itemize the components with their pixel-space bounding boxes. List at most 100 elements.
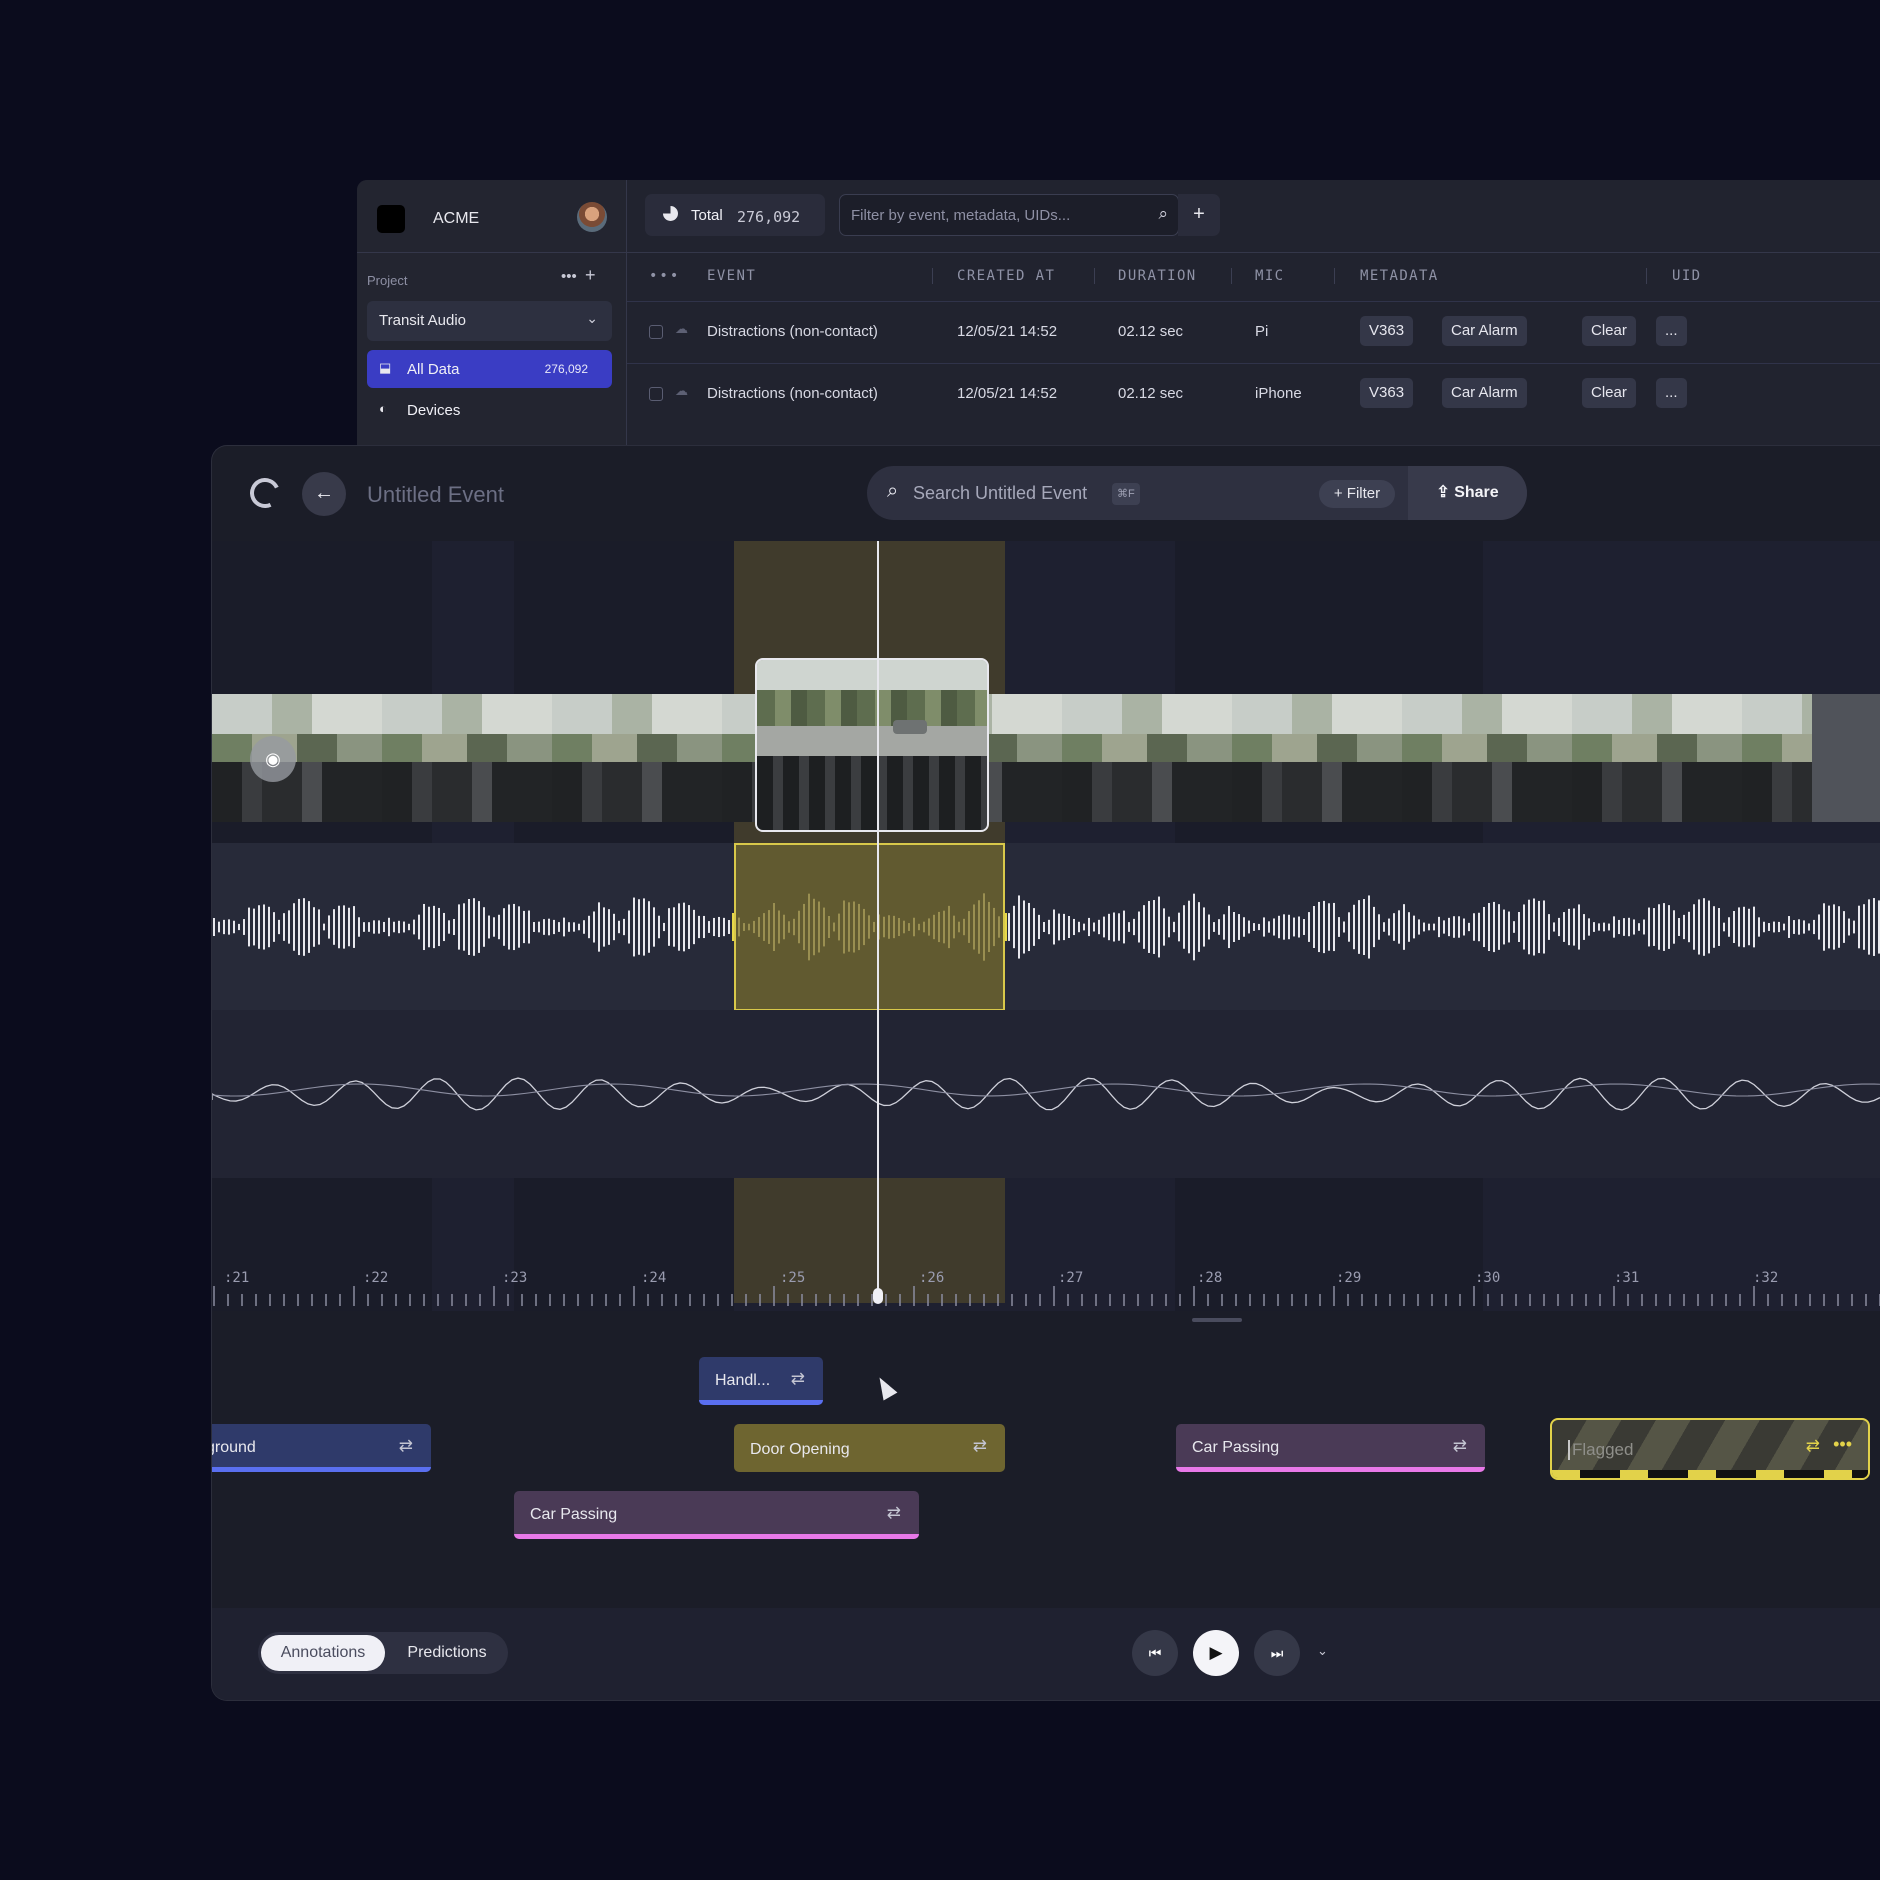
column-divider[interactable] [932, 268, 933, 284]
ruler-label: :29 [1336, 1270, 1362, 1286]
audio-waveform-track[interactable] [212, 843, 1880, 1011]
column-divider[interactable] [1646, 268, 1647, 284]
loop-icon[interactable]: ⇄ [887, 1503, 901, 1523]
share-button[interactable]: ⇪ Share [1408, 466, 1527, 520]
more-icon[interactable]: ••• [1833, 1434, 1852, 1455]
project-more-icon[interactable]: ••• [561, 268, 577, 285]
table-row[interactable]: ☁ Distractions (non-contact) 12/05/21 14… [627, 363, 1880, 425]
column-menu-icon[interactable]: ••• [649, 268, 680, 284]
annotation-clip[interactable]: Handl... ⇄ [699, 1357, 823, 1405]
ruler-ticks [213, 1286, 1880, 1306]
total-chip[interactable]: Total 276,092 [645, 194, 825, 236]
column-divider[interactable] [1231, 268, 1232, 284]
panel-resize-handle[interactable] [1192, 1318, 1242, 1322]
column-divider[interactable] [1094, 268, 1095, 284]
playhead-handle[interactable] [873, 1288, 883, 1304]
signal-line [212, 1077, 1880, 1111]
search-input[interactable]: Search Untitled Event [913, 483, 1087, 504]
video-filmstrip[interactable] [212, 694, 1812, 822]
row-checkbox[interactable] [649, 387, 663, 401]
annotation-clip[interactable]: Car Passing ⇄ [1176, 1424, 1485, 1472]
skip-forward-button[interactable]: ⏭ [1254, 1630, 1300, 1676]
cloud-icon: ☁ [675, 383, 688, 398]
flagged-input[interactable]: Flagged [1568, 1440, 1633, 1460]
project-add-icon[interactable]: + [585, 265, 596, 286]
column-header-uid[interactable]: UID [1672, 268, 1702, 284]
column-header-mic[interactable]: MIC [1255, 268, 1285, 284]
mouse-cursor-icon [872, 1373, 898, 1401]
flagged-clip[interactable]: Flagged ⇄ ••• [1550, 1418, 1870, 1480]
more-tags-button[interactable]: ... [1656, 316, 1687, 346]
metadata-tag[interactable]: Clear [1582, 316, 1636, 346]
clip-label: ground [212, 1439, 256, 1456]
table-row[interactable]: ☁ Distractions (non-contact) 12/05/21 14… [627, 301, 1880, 363]
play-button[interactable]: ▶ [1193, 1630, 1239, 1676]
add-filter-button[interactable]: + [1178, 194, 1220, 236]
metadata-tag[interactable]: V363 [1360, 316, 1414, 346]
playhead[interactable] [877, 541, 879, 1298]
clip-color-bar [212, 1467, 431, 1472]
event-title[interactable]: Untitled Event [367, 482, 504, 508]
metadata-tag[interactable]: V363 [1360, 378, 1414, 408]
search-icon: ⌕ [887, 480, 899, 502]
more-tags-button[interactable]: ... [1656, 378, 1687, 408]
divider [357, 252, 627, 253]
pie-chart-icon [663, 206, 678, 221]
metadata-tag[interactable]: Clear [1582, 378, 1636, 408]
device-icon: ◐ [379, 401, 387, 416]
filter-input[interactable]: Filter by event, metadata, UIDs... ⌕ [839, 194, 1179, 236]
clip-label: Car Passing [1192, 1439, 1280, 1456]
shortcut-badge: ⌘F [1112, 483, 1140, 505]
playback-bar: Annotations Predictions ⏮ ▶ ⏭ ⌄ [212, 1608, 1880, 1700]
signal-line-primary [212, 1077, 1880, 1111]
org-name: ACME [433, 210, 480, 227]
camera-icon[interactable]: ◉ [250, 736, 296, 782]
tab-predictions[interactable]: Predictions [389, 1635, 505, 1671]
filmstrip-end [1812, 694, 1880, 822]
column-header-duration[interactable]: DURATION [1118, 268, 1197, 284]
project-select[interactable]: Transit Audio ⌄ [367, 301, 612, 341]
sidebar-item-all-data[interactable]: ⬓ All Data 276,092 [367, 350, 612, 388]
loop-icon[interactable]: ⇄ [1453, 1436, 1467, 1456]
row-checkbox[interactable] [649, 325, 663, 339]
back-button[interactable]: ← [302, 472, 346, 516]
column-header-created-at[interactable]: CREATED AT [957, 268, 1055, 284]
sidebar-item-label: All Data [407, 361, 460, 378]
column-header-metadata[interactable]: METADATA [1360, 268, 1439, 284]
event-editor-window: ← Untitled Event ⌕ Search Untitled Event… [211, 445, 1880, 1701]
clip-label: Door Opening [750, 1441, 850, 1458]
org-header[interactable]: ACME [377, 202, 607, 234]
event-search[interactable]: ⌕ Search Untitled Event ⌘F + Filter ⇪ Sh… [867, 466, 1527, 520]
sidebar-item-count: 276,092 [544, 362, 588, 376]
search-icon[interactable]: ⌕ [1158, 204, 1168, 224]
audio-selection-range[interactable] [734, 843, 1005, 1011]
app-logo-icon[interactable] [245, 473, 285, 513]
tab-annotations[interactable]: Annotations [261, 1635, 385, 1671]
metadata-tag[interactable]: Car Alarm [1442, 378, 1527, 408]
filter-button[interactable]: + Filter [1319, 480, 1395, 508]
current-frame[interactable] [755, 658, 989, 832]
chevron-down-icon[interactable]: ⌄ [1317, 1643, 1328, 1659]
arrow-left-icon: ← [314, 482, 334, 504]
skip-back-button[interactable]: ⏮ [1132, 1630, 1178, 1676]
loop-icon[interactable]: ⇄ [973, 1436, 987, 1456]
annotation-clip[interactable]: Door Opening ⇄ [734, 1424, 1005, 1472]
column-divider[interactable] [1334, 268, 1335, 284]
metadata-tag[interactable]: Car Alarm [1442, 316, 1527, 346]
signal-track[interactable] [212, 1010, 1880, 1178]
loop-icon[interactable]: ⇄ [1806, 1436, 1820, 1456]
share-icon: ⇪ [1436, 484, 1455, 501]
loop-icon[interactable]: ⇄ [399, 1436, 413, 1456]
avatar[interactable] [577, 202, 607, 232]
inbox-icon: ⬓ [379, 360, 392, 375]
project-selected: Transit Audio [379, 312, 466, 329]
hazard-stripes [1552, 1470, 1868, 1478]
annotation-clip[interactable]: Car Passing ⇄ [514, 1491, 919, 1539]
ruler-label: :28 [1197, 1270, 1223, 1286]
filmstrip-sky [212, 694, 1812, 734]
ruler-label: :27 [1058, 1270, 1084, 1286]
annotation-clip[interactable]: ground ⇄ [212, 1424, 431, 1472]
column-header-event[interactable]: EVENT [707, 268, 756, 284]
sidebar-item-devices[interactable]: ◐ Devices [367, 391, 612, 429]
loop-icon[interactable]: ⇄ [791, 1369, 805, 1389]
